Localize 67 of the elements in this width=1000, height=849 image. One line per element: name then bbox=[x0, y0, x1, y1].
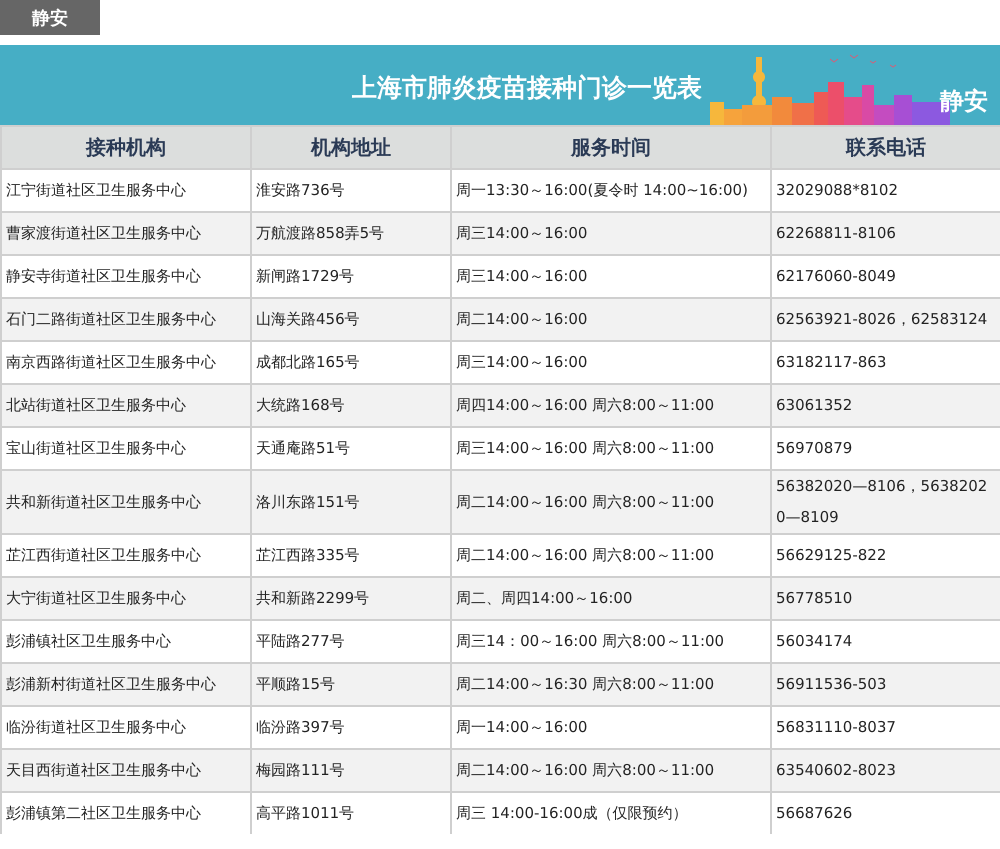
table-cell: 平顺路15号 bbox=[252, 664, 450, 705]
table-cell: 万航渡路858弄5号 bbox=[252, 213, 450, 254]
table-cell: 临汾街道社区卫生服务中心 bbox=[2, 707, 250, 748]
table-cell: 天通庵路51号 bbox=[252, 428, 450, 469]
table-cell: 梅园路111号 bbox=[252, 750, 450, 791]
table-cell: 彭浦镇社区卫生服务中心 bbox=[2, 621, 250, 662]
table-cell: 63540602-8023 bbox=[772, 750, 1000, 791]
table-cell: 山海关路456号 bbox=[252, 299, 450, 340]
table-cell: 63182117-863 bbox=[772, 342, 1000, 383]
table-cell: 周三14:00～16:00 bbox=[452, 342, 770, 383]
table-cell: 56831110-8037 bbox=[772, 707, 1000, 748]
table-cell: 高平路1011号 bbox=[252, 793, 450, 834]
table-cell: 32029088*8102 bbox=[772, 170, 1000, 211]
table-cell: 63061352 bbox=[772, 385, 1000, 426]
table-cell: 周一14:00～16:00 bbox=[452, 707, 770, 748]
table-cell: 周二14:00～16:00 周六8:00～11:00 bbox=[452, 471, 770, 533]
table-cell: 62563921-8026，62583124 bbox=[772, 299, 1000, 340]
table-cell: 周二14:00～16:00 bbox=[452, 299, 770, 340]
banner-title: 上海市肺炎疫苗接种门诊一览表 bbox=[352, 72, 702, 104]
table-cell: 彭浦镇第二社区卫生服务中心 bbox=[2, 793, 250, 834]
table-cell: 56687626 bbox=[772, 793, 1000, 834]
table-cell: 56382020—8106，56382020—8109 bbox=[772, 471, 1000, 533]
table-cell: 56970879 bbox=[772, 428, 1000, 469]
table-cell: 芷江西路335号 bbox=[252, 535, 450, 576]
table-cell: 共和新街道社区卫生服务中心 bbox=[2, 471, 250, 533]
table-cell: 周二14:00～16:00 周六8:00～11:00 bbox=[452, 750, 770, 791]
table-cell: 周一13:30～16:00(夏令时 14:00~16:00) bbox=[452, 170, 770, 211]
table-cell: 江宁街道社区卫生服务中心 bbox=[2, 170, 250, 211]
table-cell: 南京西路街道社区卫生服务中心 bbox=[2, 342, 250, 383]
table-cell: 62268811-8106 bbox=[772, 213, 1000, 254]
table-cell: 周三14:00～16:00 bbox=[452, 213, 770, 254]
table-cell: 宝山街道社区卫生服务中心 bbox=[2, 428, 250, 469]
table-cell: 62176060-8049 bbox=[772, 256, 1000, 297]
table-cell: 周三 14:00-16:00成（仅限预约） bbox=[452, 793, 770, 834]
table-cell: 静安寺街道社区卫生服务中心 bbox=[2, 256, 250, 297]
table-cell: 周三14：00～16:00 周六8:00～11:00 bbox=[452, 621, 770, 662]
table-cell: 56034174 bbox=[772, 621, 1000, 662]
table-cell: 新闸路1729号 bbox=[252, 256, 450, 297]
table-cell: 周三14:00～16:00 bbox=[452, 256, 770, 297]
table-cell: 56778510 bbox=[772, 578, 1000, 619]
column-header: 联系电话 bbox=[772, 127, 1000, 168]
table-cell: 天目西街道社区卫生服务中心 bbox=[2, 750, 250, 791]
table-cell: 周三14:00～16:00 周六8:00～11:00 bbox=[452, 428, 770, 469]
table-cell: 平陆路277号 bbox=[252, 621, 450, 662]
table-cell: 洛川东路151号 bbox=[252, 471, 450, 533]
table-cell: 56629125-822 bbox=[772, 535, 1000, 576]
table-cell: 成都北路165号 bbox=[252, 342, 450, 383]
column-header: 机构地址 bbox=[252, 127, 450, 168]
table-cell: 淮安路736号 bbox=[252, 170, 450, 211]
table-cell: 石门二路街道社区卫生服务中心 bbox=[2, 299, 250, 340]
column-header: 服务时间 bbox=[452, 127, 770, 168]
banner-district: 静安 bbox=[940, 86, 988, 117]
table-cell: 周二14:00～16:30 周六8:00～11:00 bbox=[452, 664, 770, 705]
table-cell: 周二、周四14:00～16:00 bbox=[452, 578, 770, 619]
table-cell: 共和新路2299号 bbox=[252, 578, 450, 619]
table-cell: 临汾路397号 bbox=[252, 707, 450, 748]
table-cell: 大宁街道社区卫生服务中心 bbox=[2, 578, 250, 619]
table-cell: 周四14:00～16:00 周六8:00～11:00 bbox=[452, 385, 770, 426]
table-cell: 56911536-503 bbox=[772, 664, 1000, 705]
table-cell: 曹家渡街道社区卫生服务中心 bbox=[2, 213, 250, 254]
district-tag: 静安 bbox=[0, 0, 100, 35]
table-cell: 芷江西街道社区卫生服务中心 bbox=[2, 535, 250, 576]
table-cell: 周二14:00～16:00 周六8:00～11:00 bbox=[452, 535, 770, 576]
table-cell: 大统路168号 bbox=[252, 385, 450, 426]
table-cell: 彭浦新村街道社区卫生服务中心 bbox=[2, 664, 250, 705]
table-cell: 北站街道社区卫生服务中心 bbox=[2, 385, 250, 426]
column-header: 接种机构 bbox=[2, 127, 250, 168]
